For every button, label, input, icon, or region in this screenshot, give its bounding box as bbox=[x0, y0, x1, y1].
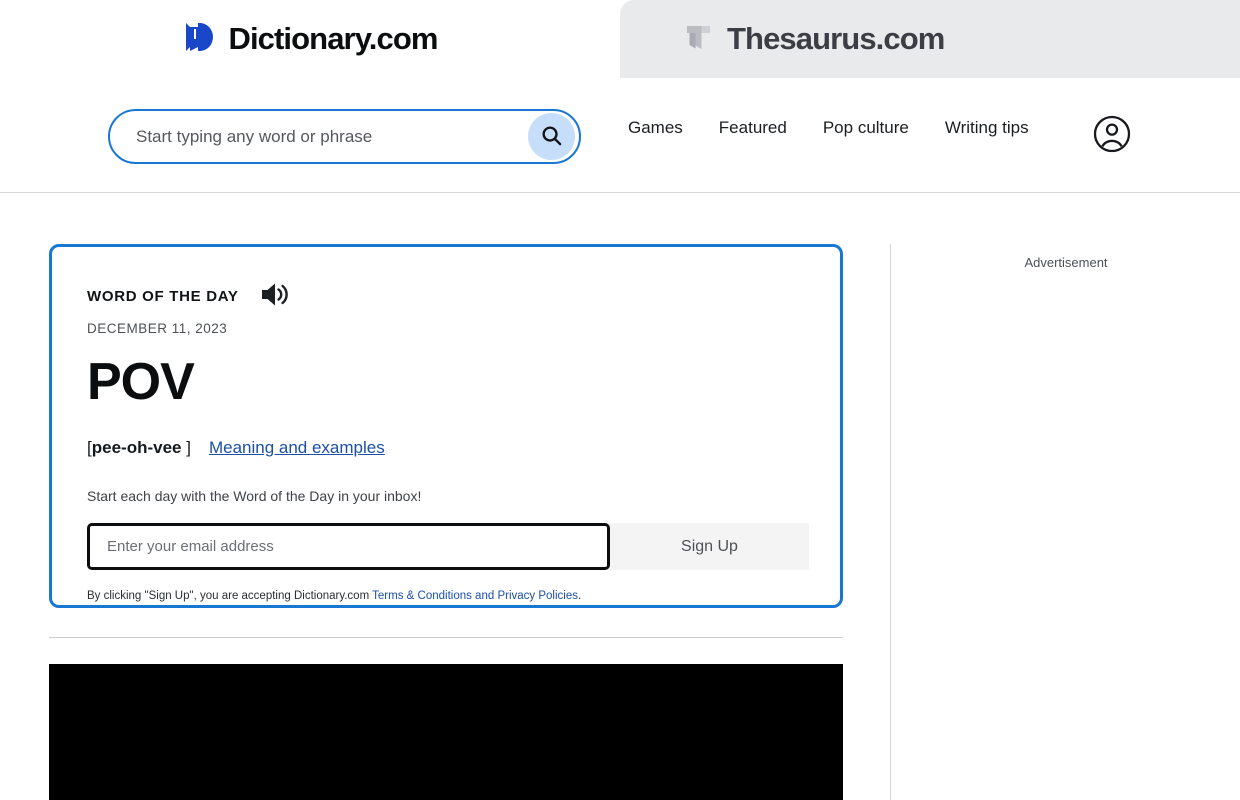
thesaurus-logo: Thesaurus.com bbox=[682, 20, 944, 58]
nav-item-games[interactable]: Games bbox=[628, 118, 683, 138]
legal-prefix: By clicking "Sign Up", you are accepting… bbox=[87, 590, 372, 602]
tab-dictionary[interactable]: Dictionary.com bbox=[0, 0, 620, 78]
video-player[interactable] bbox=[49, 664, 843, 800]
signup-button[interactable]: Sign Up bbox=[610, 523, 809, 570]
email-input[interactable] bbox=[87, 523, 610, 570]
pronounce-audio-button[interactable] bbox=[259, 281, 292, 311]
tab-thesaurus[interactable]: Thesaurus.com bbox=[620, 0, 1240, 78]
pron-bracket-close: ] bbox=[186, 438, 191, 457]
newsletter-prompt: Start each day with the Word of the Day … bbox=[87, 488, 805, 504]
dictionary-logo: Dictionary.com bbox=[182, 19, 437, 60]
dictionary-logo-icon bbox=[182, 19, 216, 60]
nav-item-featured[interactable]: Featured bbox=[719, 118, 787, 138]
advertisement-label: Advertisement bbox=[905, 255, 1227, 270]
search-submit-button[interactable] bbox=[528, 113, 575, 160]
search-icon bbox=[540, 124, 563, 150]
meaning-and-examples-link[interactable]: Meaning and examples bbox=[209, 438, 385, 458]
dictionary-logo-text: Dictionary.com bbox=[228, 21, 437, 57]
thesaurus-logo-icon bbox=[682, 20, 715, 58]
sidebar-divider bbox=[890, 244, 891, 800]
site-header: Games Featured Pop culture Writing tips bbox=[0, 78, 1240, 193]
word-of-the-day-word: POV bbox=[87, 356, 805, 408]
search-box[interactable] bbox=[108, 109, 581, 164]
newsletter-signup-form: Sign Up bbox=[87, 523, 809, 570]
legal-suffix: . bbox=[578, 590, 581, 602]
site-tab-strip: Thesaurus.com Dictionary.com bbox=[0, 0, 1240, 78]
pronunciation-syllables: pee-oh-vee bbox=[92, 438, 182, 457]
account-avatar-icon bbox=[1092, 142, 1132, 157]
signup-legal-text: By clicking "Sign Up", you are accepting… bbox=[87, 590, 805, 602]
nav-item-writing-tips[interactable]: Writing tips bbox=[945, 118, 1029, 138]
word-of-the-day-date: DECEMBER 11, 2023 bbox=[87, 321, 805, 336]
pronunciation-row: [pee-oh-vee ] Meaning and examples bbox=[87, 438, 805, 458]
nav-item-pop-culture[interactable]: Pop culture bbox=[823, 118, 909, 138]
thesaurus-logo-text: Thesaurus.com bbox=[727, 21, 944, 57]
content-divider bbox=[49, 637, 843, 638]
speaker-icon bbox=[259, 281, 292, 311]
search-input[interactable] bbox=[110, 127, 528, 147]
terms-privacy-link[interactable]: Terms & Conditions and Privacy Policies bbox=[372, 590, 578, 602]
word-of-the-day-card: WORD OF THE DAY DECEMBER 11, 2023 POV [p… bbox=[49, 244, 843, 608]
pronunciation-text: [pee-oh-vee ] bbox=[87, 438, 191, 458]
primary-nav: Games Featured Pop culture Writing tips bbox=[628, 118, 1029, 138]
account-avatar-button[interactable] bbox=[1092, 114, 1132, 154]
word-of-the-day-label: WORD OF THE DAY bbox=[87, 288, 239, 305]
word-of-the-day-header: WORD OF THE DAY bbox=[87, 281, 805, 311]
